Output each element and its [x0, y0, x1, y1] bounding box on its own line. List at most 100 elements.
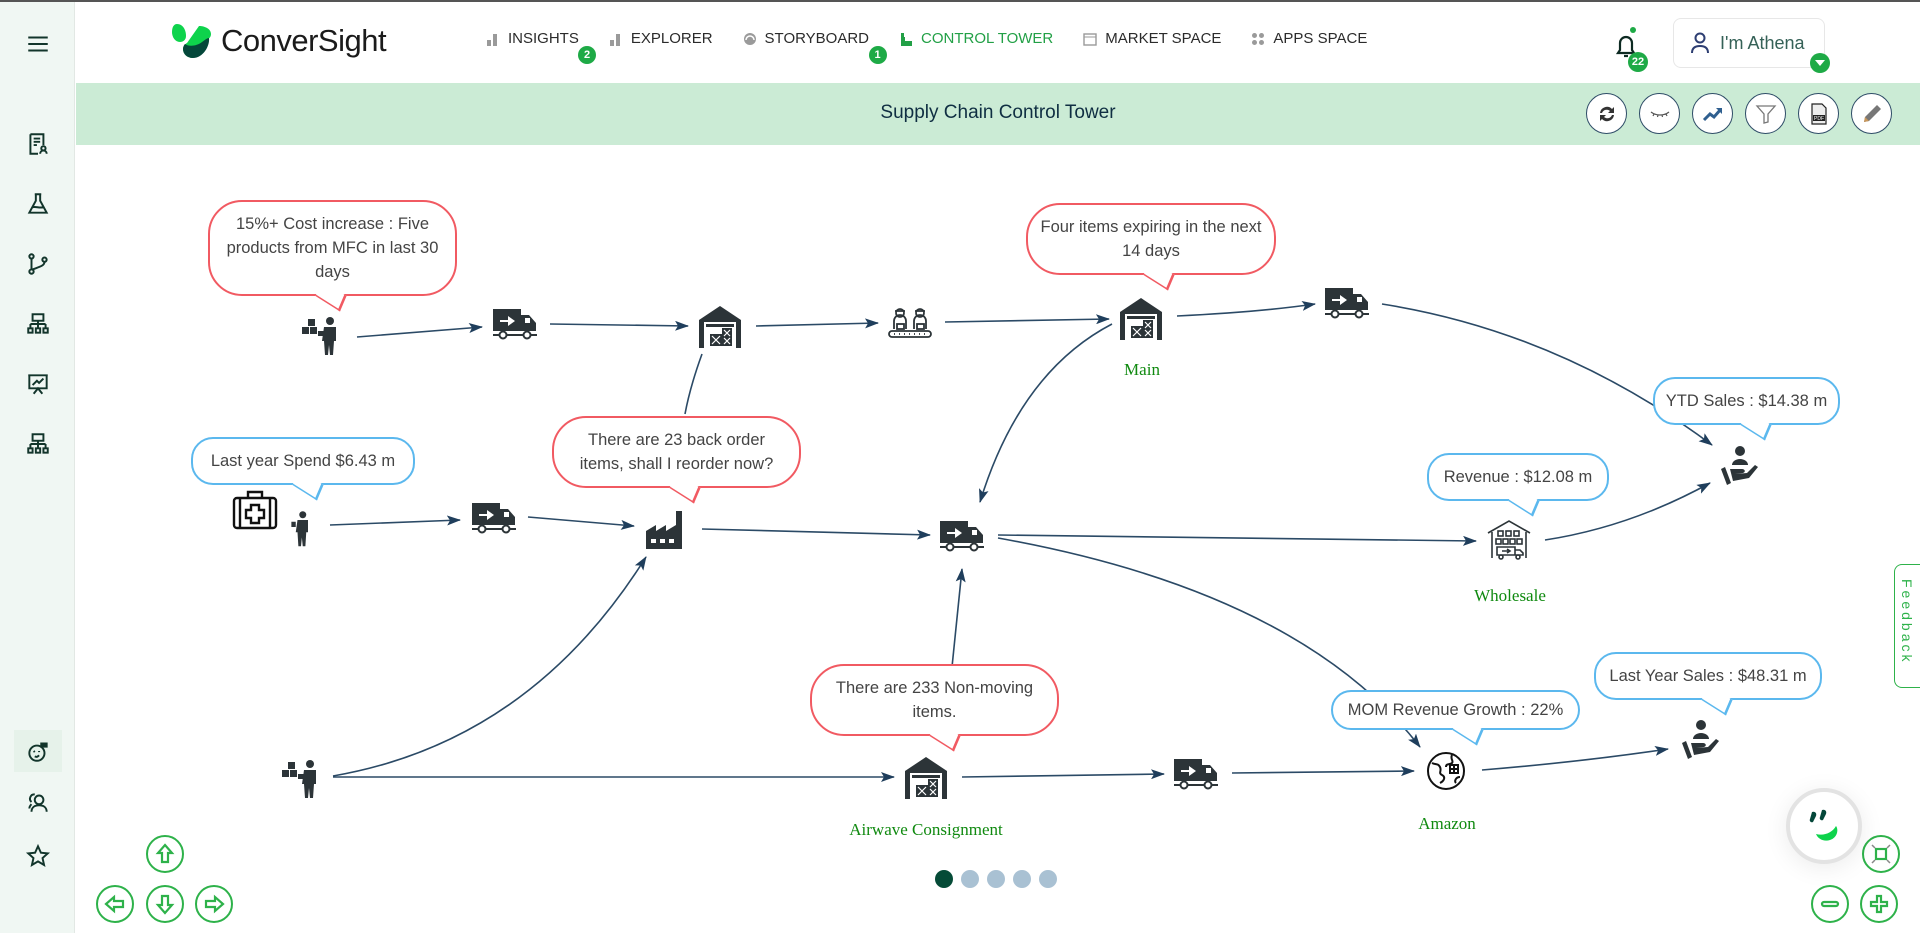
sidebar-item-workflow[interactable] [14, 244, 62, 284]
node-label-amazon: Amazon [1418, 814, 1476, 833]
pan-up-button[interactable] [146, 835, 184, 873]
customer-node[interactable] [1676, 715, 1724, 763]
nav-storyboard[interactable]: STORYBOARD 1 [743, 30, 887, 64]
page-dot-1[interactable] [935, 870, 953, 888]
nav-insights[interactable]: INSIGHTS 2 [486, 30, 596, 64]
hide-button[interactable] [1639, 93, 1680, 134]
nav-explorer[interactable]: EXPLORER [609, 30, 713, 47]
fit-screen-icon [1871, 844, 1891, 864]
sidebar-item-users[interactable] [14, 782, 62, 822]
edge-truck-center-wholesale [997, 534, 1477, 546]
sidebar-item-lab[interactable] [14, 184, 62, 224]
airwave-warehouse-node[interactable] [902, 753, 950, 801]
truck-node[interactable] [1323, 278, 1371, 326]
warehouse-node[interactable] [696, 302, 744, 350]
assistant-bot-button[interactable] [1786, 788, 1862, 864]
truck-node[interactable] [491, 299, 539, 347]
info-bubble-revenue[interactable]: Revenue : $12.08 m [1427, 453, 1609, 517]
branch-icon [28, 253, 48, 275]
zoom-out-button[interactable] [1811, 885, 1849, 923]
sidebar-item-presentation[interactable] [14, 364, 62, 404]
logo[interactable]: ConverSight [171, 22, 387, 60]
refresh-button[interactable] [1586, 93, 1627, 134]
bubble-text: Last year Spend $6.43 m [210, 452, 396, 470]
nav-label: CONTROL TOWER [921, 30, 1054, 47]
wholesale-node[interactable] [1485, 517, 1533, 565]
worker-boxes-icon [282, 760, 316, 798]
packing-node[interactable] [886, 299, 934, 347]
main-warehouse-node[interactable] [1117, 294, 1165, 342]
arrow-down-icon [155, 894, 175, 915]
medical-kit-icon [232, 490, 278, 530]
alert-bubble-back-order[interactable]: There are 23 back order items, shall I r… [552, 416, 801, 504]
node-label-airwave: Airwave Consignment [849, 820, 1003, 839]
sidebar-item-assistant[interactable] [14, 730, 62, 772]
sidebar-item-hierarchy-2[interactable] [14, 424, 62, 464]
sidebar-item-hierarchy[interactable] [14, 304, 62, 344]
truck-node[interactable] [1172, 749, 1220, 797]
truck-hub-node[interactable] [938, 511, 986, 559]
grid-icon [1252, 32, 1265, 45]
edit-button[interactable] [1851, 93, 1892, 134]
edge-factory-truck-center [701, 528, 931, 540]
pan-left-button[interactable] [96, 885, 134, 923]
alert-bubble-cost-increase[interactable]: 15%+ Cost increase : Five products from … [208, 200, 457, 312]
trend-button[interactable] [1692, 93, 1733, 134]
medical-kit-node[interactable] [231, 486, 279, 534]
customer-node[interactable] [1715, 441, 1763, 489]
sidebar-item-reports[interactable] [14, 124, 62, 164]
app-name: ConverSight [221, 23, 387, 58]
nav-label: STORYBOARD [764, 30, 870, 47]
zoom-in-button[interactable] [1860, 885, 1898, 923]
pdf-export-button[interactable]: PDF [1798, 93, 1839, 134]
node-label-main: Main [1124, 360, 1160, 379]
pan-right-button[interactable] [195, 885, 233, 923]
page-dot-4[interactable] [1013, 870, 1031, 888]
info-bubble-ytd-sales[interactable]: YTD Sales : $14.38 m [1653, 377, 1840, 441]
info-bubble-mom-growth[interactable]: MOM Revenue Growth : 22% [1331, 690, 1580, 746]
page-dot-5[interactable] [1039, 870, 1057, 888]
page-dot-3[interactable] [987, 870, 1005, 888]
edge-airwave-truck3 [961, 769, 1165, 780]
factory-node[interactable] [643, 505, 691, 553]
worker-icon [291, 511, 308, 547]
pan-down-button[interactable] [146, 885, 184, 923]
edge-packers-main [944, 314, 1110, 325]
supplier-node[interactable] [280, 752, 328, 800]
truck-node[interactable] [470, 493, 518, 541]
top-bar: ConverSight INSIGHTS 2 EXPLORER STORYBOA… [76, 2, 1920, 82]
node-label-wholesale: Wholesale [1474, 586, 1546, 605]
feedback-tab[interactable]: Feedback [1894, 564, 1920, 688]
alert-bubble-non-moving[interactable]: There are 233 Non-moving items. [810, 664, 1059, 752]
user-menu-button[interactable]: I'm Athena [1673, 18, 1830, 73]
edge-truck3-amazon [1231, 766, 1415, 777]
fit-screen-button[interactable] [1862, 835, 1900, 873]
edge-main-truck-top [1176, 300, 1316, 317]
notification-count: 22 [1628, 52, 1648, 72]
menu-button[interactable] [14, 24, 62, 64]
nav-apps-space[interactable]: APPS SPACE [1251, 30, 1367, 47]
info-bubble-ly-sales[interactable]: Last Year Sales : $48.31 m [1594, 652, 1822, 716]
page-dot-2[interactable] [961, 870, 979, 888]
edge-supplier3-factory [332, 556, 647, 777]
bubble-text: 15%+ Cost increase : Five products from … [226, 215, 439, 281]
supplier-node[interactable] [280, 504, 322, 550]
delivery-truck-icon [940, 521, 984, 552]
user-name: I'm Athena [1720, 32, 1805, 53]
filter-button[interactable] [1745, 93, 1786, 134]
bot-face-icon [1809, 809, 1838, 841]
sidebar-item-favorites[interactable] [14, 836, 62, 876]
nav-label: APPS SPACE [1273, 30, 1368, 47]
bubble-text: There are 23 back order items, shall I r… [579, 431, 774, 473]
supplier-node[interactable] [300, 309, 348, 357]
bubble-text: Four items expiring in the next 14 days [1040, 218, 1262, 260]
alert-bubble-expiring[interactable]: Four items expiring in the next 14 days [1026, 203, 1276, 291]
nav-control-tower[interactable]: CONTROL TOWER [899, 30, 1053, 47]
notifications-button[interactable]: 22 [1606, 26, 1648, 72]
info-bubble-ly-spend[interactable]: Last year Spend $6.43 m [191, 437, 415, 501]
nav-market-space[interactable]: MARKET SPACE [1083, 30, 1221, 47]
edge-airwave-truck-center [951, 568, 966, 668]
amazon-node[interactable] [1422, 747, 1470, 795]
minus-icon [1820, 900, 1840, 908]
users-icon [28, 793, 48, 812]
